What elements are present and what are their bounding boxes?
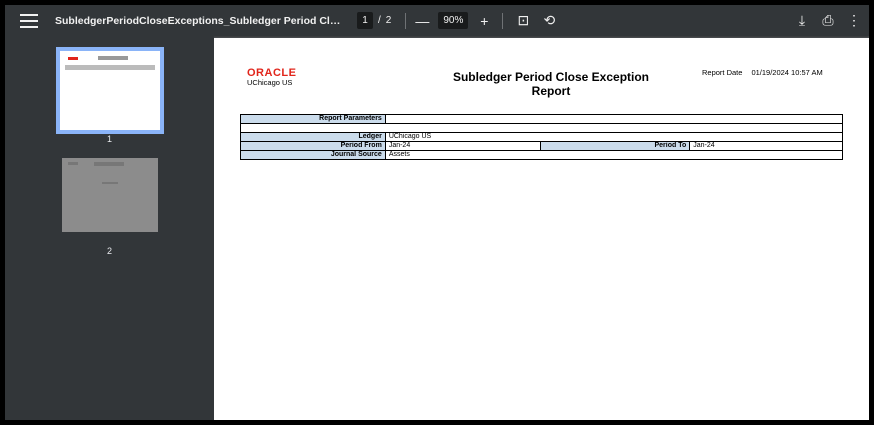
journal-source-value: Assets — [384, 150, 844, 160]
menu-icon[interactable] — [20, 13, 38, 28]
download-icon[interactable]: ⤓ — [791, 11, 813, 31]
ledger-label: Ledger — [240, 132, 386, 142]
report-date: Report Date 01/19/2024 10:57 AM — [702, 68, 823, 77]
table-spacer — [240, 123, 843, 133]
fit-page-icon[interactable]: ⊡ — [513, 11, 533, 31]
print-icon[interactable]: ⎙ — [817, 11, 839, 31]
thumbnail-text — [101, 182, 118, 184]
toolbar-actions: ⤓ ⎙ ⋮ — [791, 5, 869, 36]
page-separator: / — [378, 15, 381, 26]
table-row: Ledger UChicago US — [240, 132, 844, 142]
thumbnail-sidebar: 1 2 — [5, 36, 214, 420]
ledger-value: UChicago US — [384, 132, 844, 142]
zoom-out-icon[interactable]: — — [412, 11, 432, 31]
journal-source-label: Journal Source — [240, 150, 386, 160]
table-row: Report Parameters — [240, 114, 844, 124]
period-to-label: Period To — [539, 141, 691, 151]
report-date-label: Report Date — [702, 68, 743, 77]
pdf-page: ORACLE UChicago US Subledger Period Clos… — [214, 38, 869, 420]
document-title: SubledgerPeriodCloseExceptions_Subledger… — [55, 14, 345, 27]
rotate-icon[interactable]: ⟲ — [539, 11, 559, 31]
table-row: Journal Source Assets — [240, 150, 844, 160]
parameters-header-blank — [384, 114, 844, 124]
report-date-value: 01/19/2024 10:57 AM — [751, 68, 823, 77]
thumbnail-title — [97, 56, 128, 60]
toolbar-divider — [502, 12, 504, 29]
page-thumbnail-2[interactable] — [61, 158, 158, 232]
pdf-viewer: SubledgerPeriodCloseExceptions_Subledger… — [5, 5, 869, 420]
page-total: 2 — [385, 15, 392, 26]
toolbar-divider — [405, 12, 407, 29]
toolbar: SubledgerPeriodCloseExceptions_Subledger… — [5, 5, 869, 36]
parameters-header: Report Parameters — [240, 114, 386, 124]
zoom-in-icon[interactable]: + — [474, 11, 494, 31]
page-number-input[interactable]: 1 — [357, 12, 373, 29]
more-options-icon[interactable]: ⋮ — [843, 11, 865, 31]
period-from-label: Period From — [240, 141, 386, 151]
oracle-logo: ORACLE UChicago US — [247, 67, 296, 87]
business-unit: UChicago US — [247, 78, 293, 87]
thumbnail-logo — [67, 162, 78, 165]
thumbnail-title — [93, 162, 124, 166]
thumbnail-table — [64, 65, 155, 70]
report-title: Subledger Period Close Exception Report — [452, 70, 650, 98]
thumbnail-label-2: 2 — [106, 246, 112, 256]
period-from-value: Jan-24 — [384, 141, 541, 151]
thumbnail-label-1: 1 — [106, 134, 112, 144]
table-row: Period From Jan-24 Period To Jan-24 — [240, 141, 843, 151]
report-parameters-table: Report Parameters Ledger UChicago US Per… — [240, 114, 844, 160]
period-to-value: Jan-24 — [689, 141, 843, 151]
page-thumbnail-1[interactable] — [55, 47, 164, 134]
thumbnail-logo — [67, 57, 78, 60]
zoom-input[interactable]: 90% — [438, 12, 469, 29]
